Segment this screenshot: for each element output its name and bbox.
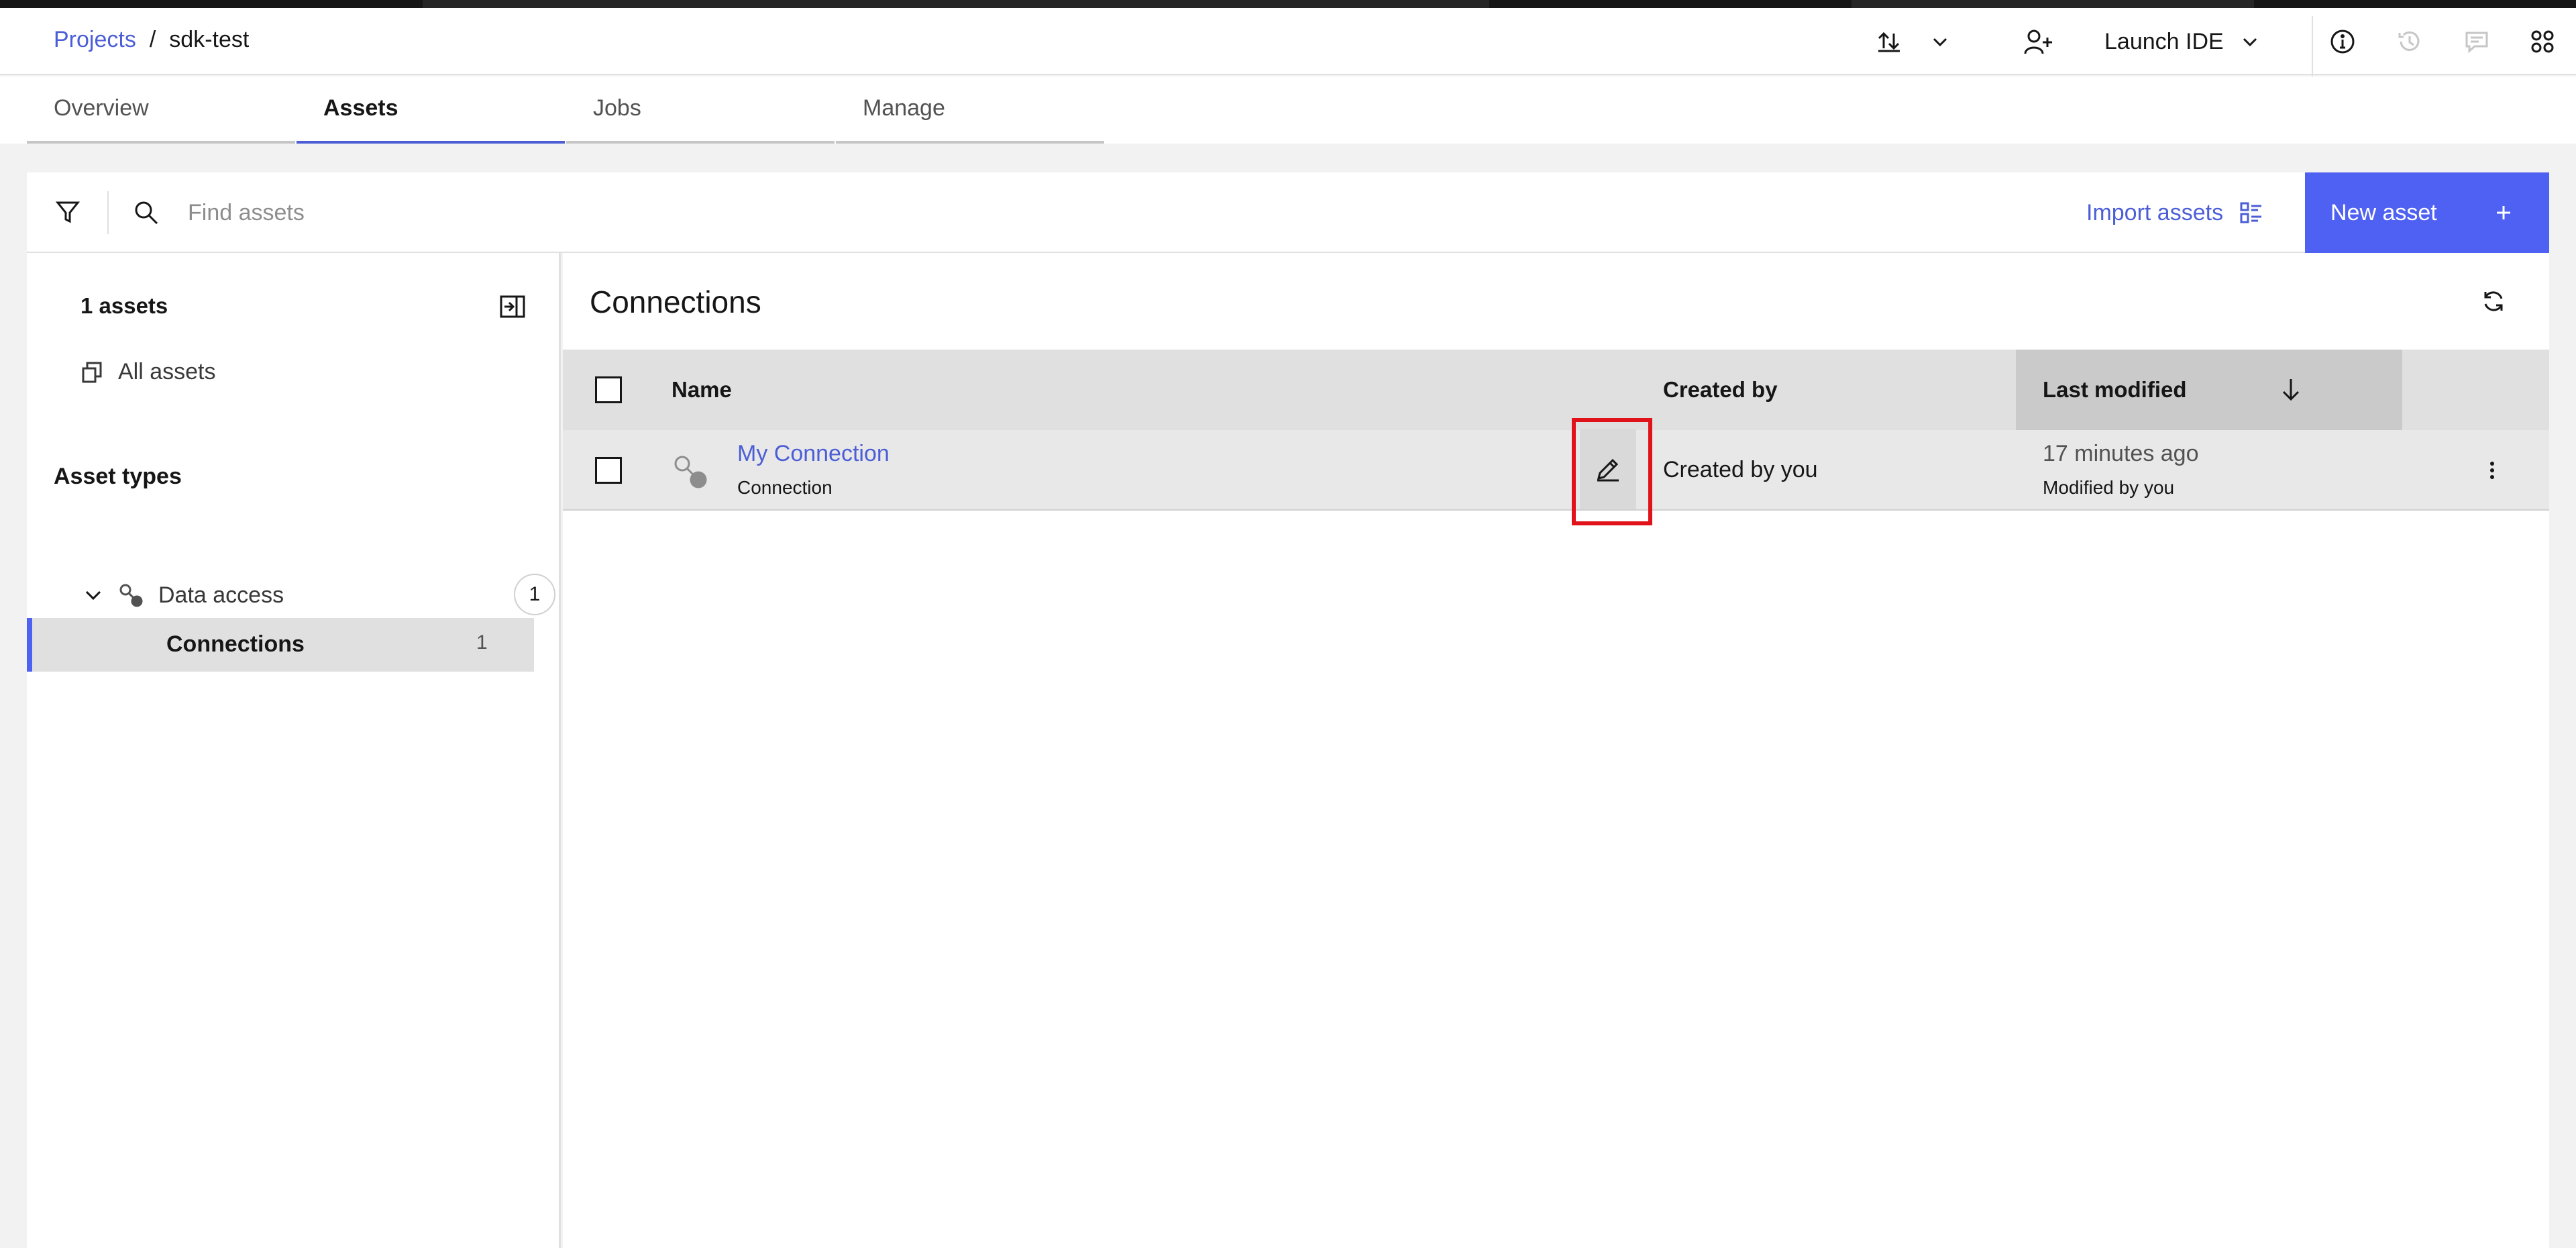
import-icon: [2240, 202, 2262, 223]
tab-overview[interactable]: Overview: [27, 76, 295, 144]
table-header: Name Created by Last modified: [563, 350, 2549, 430]
connection-icon: [119, 584, 143, 607]
filter-button[interactable]: [55, 199, 80, 228]
select-all-checkbox[interactable]: [595, 376, 622, 403]
plus-icon: [2497, 206, 2510, 219]
column-header-name[interactable]: Name: [672, 350, 732, 430]
last-modified-value: 17 minutes ago: [2043, 441, 2199, 466]
filter-icon: [55, 201, 80, 223]
highlight-box: [1572, 418, 1652, 525]
tab-jobs[interactable]: Jobs: [566, 76, 835, 144]
project-tabs: Overview Assets Jobs Manage: [27, 76, 1106, 144]
new-asset-label: New asset: [2330, 199, 2437, 225]
connection-icon: [674, 456, 707, 488]
upload-menu-chevron[interactable]: [1920, 21, 1960, 62]
asset-name-link[interactable]: My Connection: [737, 441, 890, 467]
comment-icon: [2465, 32, 2488, 54]
breadcrumb-separator: /: [149, 27, 156, 52]
table-row[interactable]: My Connection Connection Created by you …: [563, 418, 2549, 525]
import-assets-button[interactable]: Import assets: [2086, 172, 2263, 253]
refresh-icon: [2484, 291, 2503, 311]
chevron-down-icon: [85, 590, 101, 601]
all-assets-link[interactable]: All assets: [80, 359, 216, 385]
column-header-created-by[interactable]: Created by: [1663, 350, 1778, 430]
history-button[interactable]: [2388, 21, 2431, 62]
asset-sidebar: 1 assets All assets Asset types Data acc…: [27, 253, 561, 1248]
find-assets-input[interactable]: [188, 193, 1127, 233]
breadcrumb: Projects / sdk-test: [54, 27, 249, 53]
launch-ide-label: Launch IDE: [2104, 28, 2224, 54]
data-access-label: Data access: [158, 582, 284, 608]
tab-manage[interactable]: Manage: [836, 76, 1104, 144]
connections-label: Connections: [166, 631, 305, 657]
asset-count: 1 assets: [80, 293, 168, 318]
connections-panel: Connections Name Created by Last modifie…: [563, 253, 2549, 1248]
chevron-down-icon: [2243, 38, 2257, 47]
toolbar-divider: [107, 191, 109, 234]
add-user-icon: [2024, 30, 2052, 54]
assets-toolbar: Import assets New asset: [27, 172, 2549, 253]
info-icon: [2330, 30, 2355, 54]
breadcrumb-project-name: sdk-test: [169, 27, 250, 52]
copy-icon: [82, 362, 102, 382]
refresh-button[interactable]: [2480, 288, 2507, 318]
overflow-menu-icon: [2490, 462, 2494, 479]
apps-button[interactable]: [2521, 21, 2564, 62]
new-asset-button[interactable]: New asset: [2305, 172, 2549, 253]
tab-assets[interactable]: Assets: [297, 76, 565, 144]
top-header: Projects / sdk-test Launch IDE: [0, 8, 2576, 83]
panel-collapse-icon: [500, 295, 525, 318]
top-strip-segment: [423, 0, 1489, 8]
all-assets-label: All assets: [118, 359, 216, 384]
search-icon: [133, 199, 160, 229]
row-overflow-menu[interactable]: [2485, 457, 2499, 487]
created-by-value: Created by you: [1663, 457, 1818, 482]
data-access-count-badge: 1: [514, 574, 555, 615]
chevron-down-icon: [1933, 38, 1947, 47]
history-icon: [2398, 31, 2420, 51]
collapse-sidebar-button[interactable]: [499, 293, 526, 323]
last-modified-label: Last modified: [2043, 377, 2187, 402]
import-assets-label: Import assets: [2086, 199, 2224, 225]
top-strip-segment: [1851, 0, 2254, 8]
sort-descending-icon: [2282, 379, 2300, 401]
browser-top-strip: [0, 0, 2576, 8]
comments-button[interactable]: [2455, 21, 2498, 62]
launch-ide-menu[interactable]: Launch IDE: [2104, 21, 2260, 62]
asset-types-heading: Asset types: [54, 464, 182, 489]
connections-count: 1: [476, 631, 488, 654]
info-button[interactable]: [2321, 21, 2364, 62]
data-access-group[interactable]: Data access 1: [83, 574, 555, 617]
header-divider: [2312, 16, 2313, 83]
page-title: Connections: [590, 284, 761, 319]
column-header-last-modified[interactable]: Last modified: [2016, 350, 2402, 430]
app-switcher-icon: [2531, 30, 2554, 53]
upload-download-icon: [1878, 32, 1900, 52]
row-checkbox[interactable]: [595, 457, 622, 484]
upload-download-button[interactable]: [1866, 21, 1912, 62]
asset-type: Connection: [737, 477, 833, 498]
add-collaborator-button[interactable]: [2015, 21, 2061, 62]
modified-by-value: Modified by you: [2043, 477, 2175, 498]
breadcrumb-projects-link[interactable]: Projects: [54, 27, 136, 53]
sidebar-item-connections[interactable]: Connections 1: [27, 618, 534, 672]
